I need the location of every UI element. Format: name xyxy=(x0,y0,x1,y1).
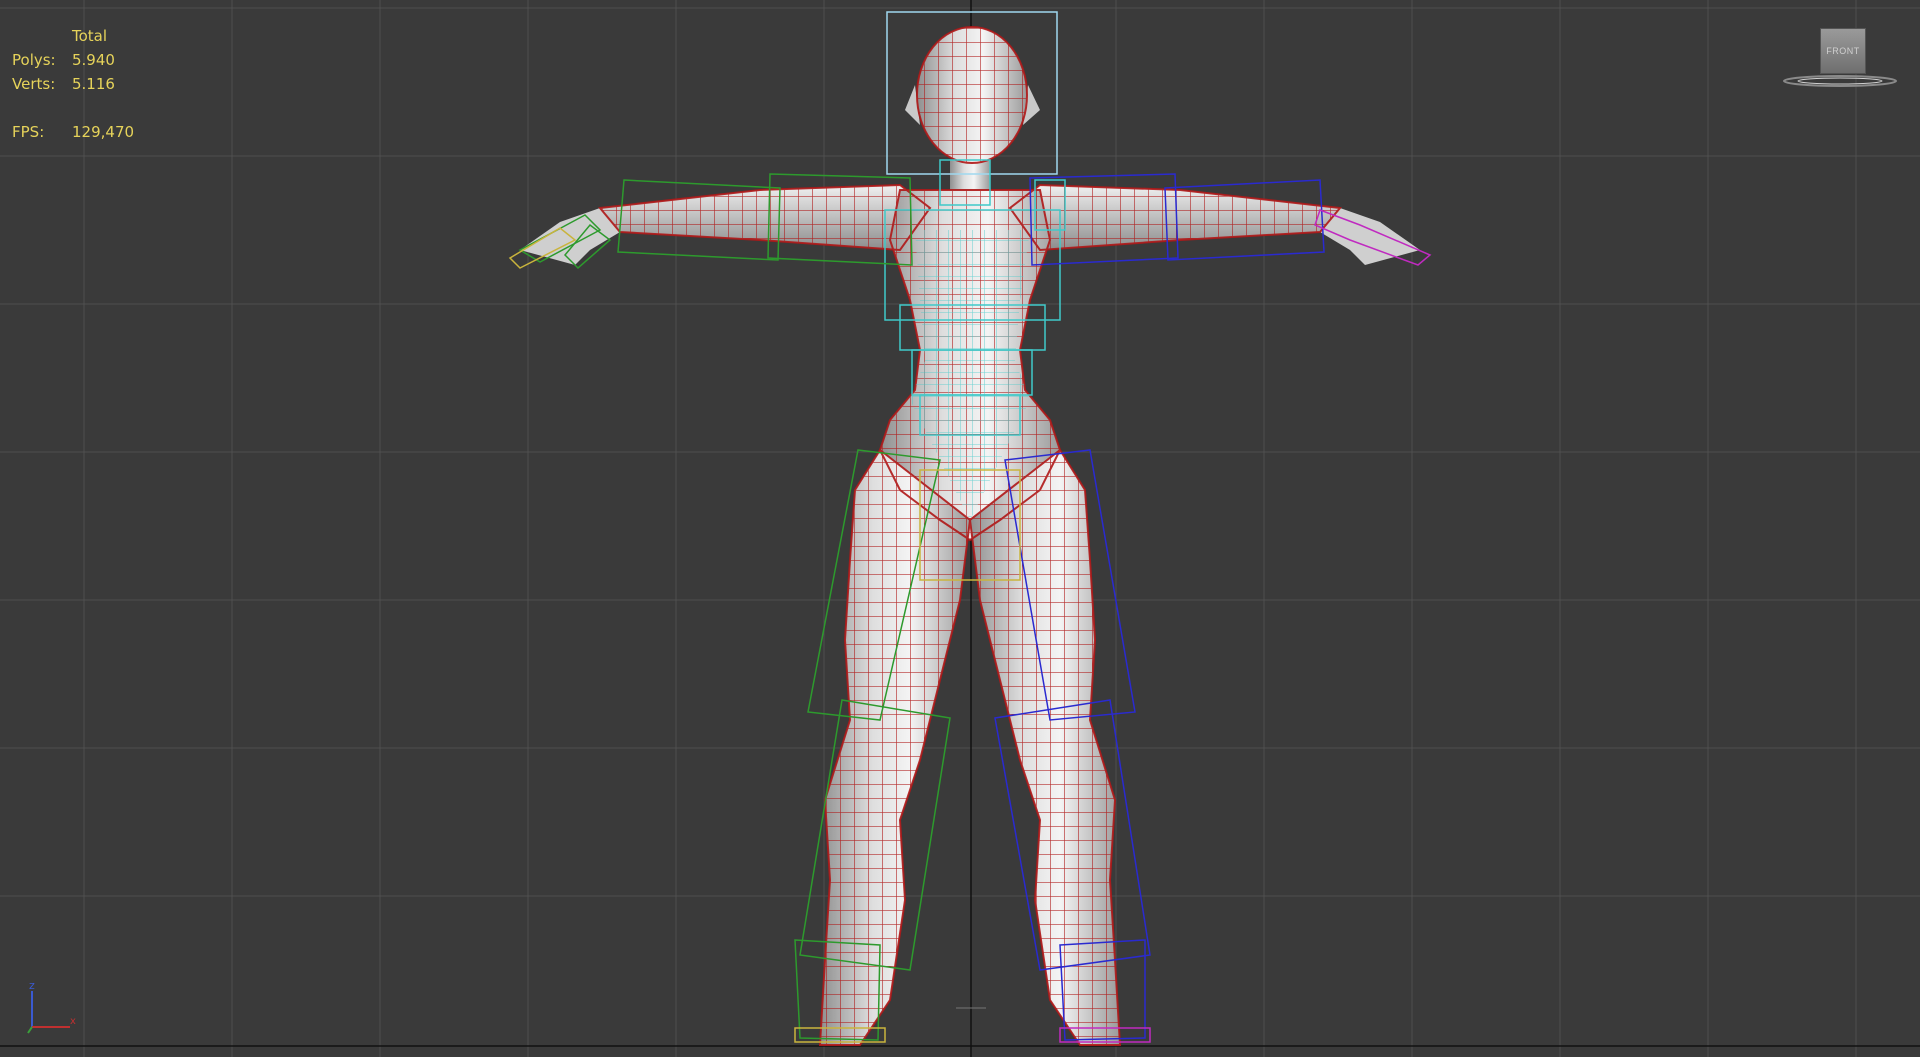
viewcube-icon[interactable]: FRONT xyxy=(1780,22,1900,92)
axis-z-label: z xyxy=(29,979,35,992)
viewcube-ring[interactable] xyxy=(1780,72,1900,90)
axis-x-label: x xyxy=(70,1016,76,1027)
stats-header: Total xyxy=(72,27,108,45)
viewcube-front-face[interactable]: FRONT xyxy=(1820,28,1866,74)
fps-value: 129,470 xyxy=(72,123,135,141)
polys-label: Polys: xyxy=(12,51,56,69)
fps-label: FPS: xyxy=(12,123,45,141)
polys-value: 5.940 xyxy=(72,51,115,69)
verts-label: Verts: xyxy=(12,75,56,93)
stats-overlay: Total Polys: 5.940 Verts: 5.116 FPS: 129… xyxy=(12,24,134,144)
character-model[interactable] xyxy=(0,0,1920,1057)
axis-tripod-icon: z x xyxy=(27,979,76,1034)
front-viewport[interactable]: Total Polys: 5.940 Verts: 5.116 FPS: 129… xyxy=(0,0,1920,1057)
stats-spacer xyxy=(12,24,72,48)
verts-value: 5.116 xyxy=(72,75,115,93)
